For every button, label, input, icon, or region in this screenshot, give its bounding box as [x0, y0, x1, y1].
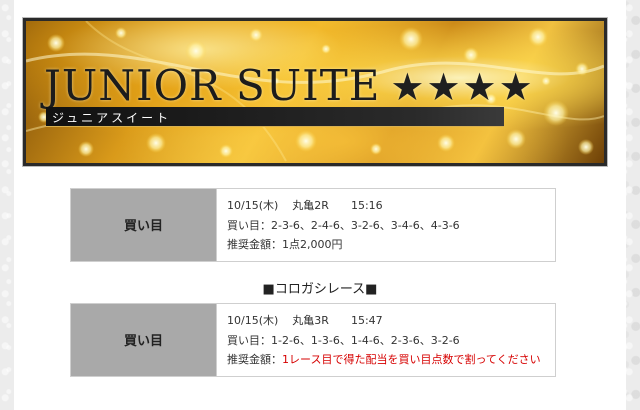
race-date: 10/15(木)	[227, 314, 279, 327]
race-time: 15:47	[350, 314, 383, 327]
bet-table-1: 買い目 10/15(木) 丸亀2R 15:16 買い目：2-3-6、2-4-6、3-…	[70, 188, 556, 262]
banner-title-text: JUNIOR SUITE	[44, 61, 381, 110]
bet-label-cell: 買い目	[70, 188, 217, 262]
race-time: 15:16	[350, 199, 383, 212]
amount-value: 1点2,000円	[282, 238, 343, 251]
section-heading: ■コロガシレース■	[262, 282, 378, 297]
banner-subtitle-bar: ジュニアスイート	[46, 107, 504, 127]
race-name: 丸亀3R	[292, 314, 329, 327]
amount-line: 推奨金額：1レース目で得た配当を買い目点数で割ってください	[227, 350, 555, 370]
race-date: 10/15(木)	[227, 199, 279, 212]
combos-label: 買い目：	[227, 218, 271, 232]
race-line: 10/15(木) 丸亀2R 15:16	[227, 196, 555, 216]
combos-value: 2-3-6、2-4-6、3-2-6、3-4-6、4-3-6	[271, 218, 460, 232]
table-row: 買い目 10/15(木) 丸亀3R 15:47 買い目：1-2-6、1-3-6、1-…	[70, 303, 556, 377]
race-name: 丸亀2R	[292, 199, 329, 212]
banner-subtitle: ジュニアスイート	[52, 111, 172, 125]
table-row: 買い目 10/15(木) 丸亀2R 15:16 買い目：2-3-6、2-4-6、3-…	[70, 188, 556, 262]
amount-label: 推奨金額：	[227, 353, 282, 366]
bet-info-cell: 10/15(木) 丸亀2R 15:16 買い目：2-3-6、2-4-6、3-2-6、…	[216, 188, 556, 262]
bet-table-2: 買い目 10/15(木) 丸亀3R 15:47 買い目：1-2-6、1-3-6、1-…	[70, 303, 556, 377]
race-line: 10/15(木) 丸亀3R 15:47	[227, 311, 555, 331]
bet-info-cell: 10/15(木) 丸亀3R 15:47 買い目：1-2-6、1-3-6、1-4-6、…	[216, 303, 556, 377]
amount-line: 推奨金額：1点2,000円	[227, 235, 555, 255]
junior-suite-banner: JUNIOR SUITE ★★★★ ジュニアスイート	[23, 18, 607, 166]
bet-label-cell: 買い目	[70, 303, 217, 377]
combos-line: 買い目：2-3-6、2-4-6、3-2-6、3-4-6、4-3-6	[227, 216, 555, 236]
amount-value: 1レース目で得た配当を買い目点数で割ってください	[282, 353, 541, 366]
banner-title: JUNIOR SUITE ★★★★	[44, 65, 535, 107]
star-rating-icons: ★★★★	[390, 65, 535, 109]
combos-line: 買い目：1-2-6、1-3-6、1-4-6、2-3-6、3-2-6	[227, 331, 555, 351]
amount-label: 推奨金額：	[227, 238, 282, 251]
combos-value: 1-2-6、1-3-6、1-4-6、2-3-6、3-2-6	[271, 333, 460, 347]
combos-label: 買い目：	[227, 333, 271, 347]
